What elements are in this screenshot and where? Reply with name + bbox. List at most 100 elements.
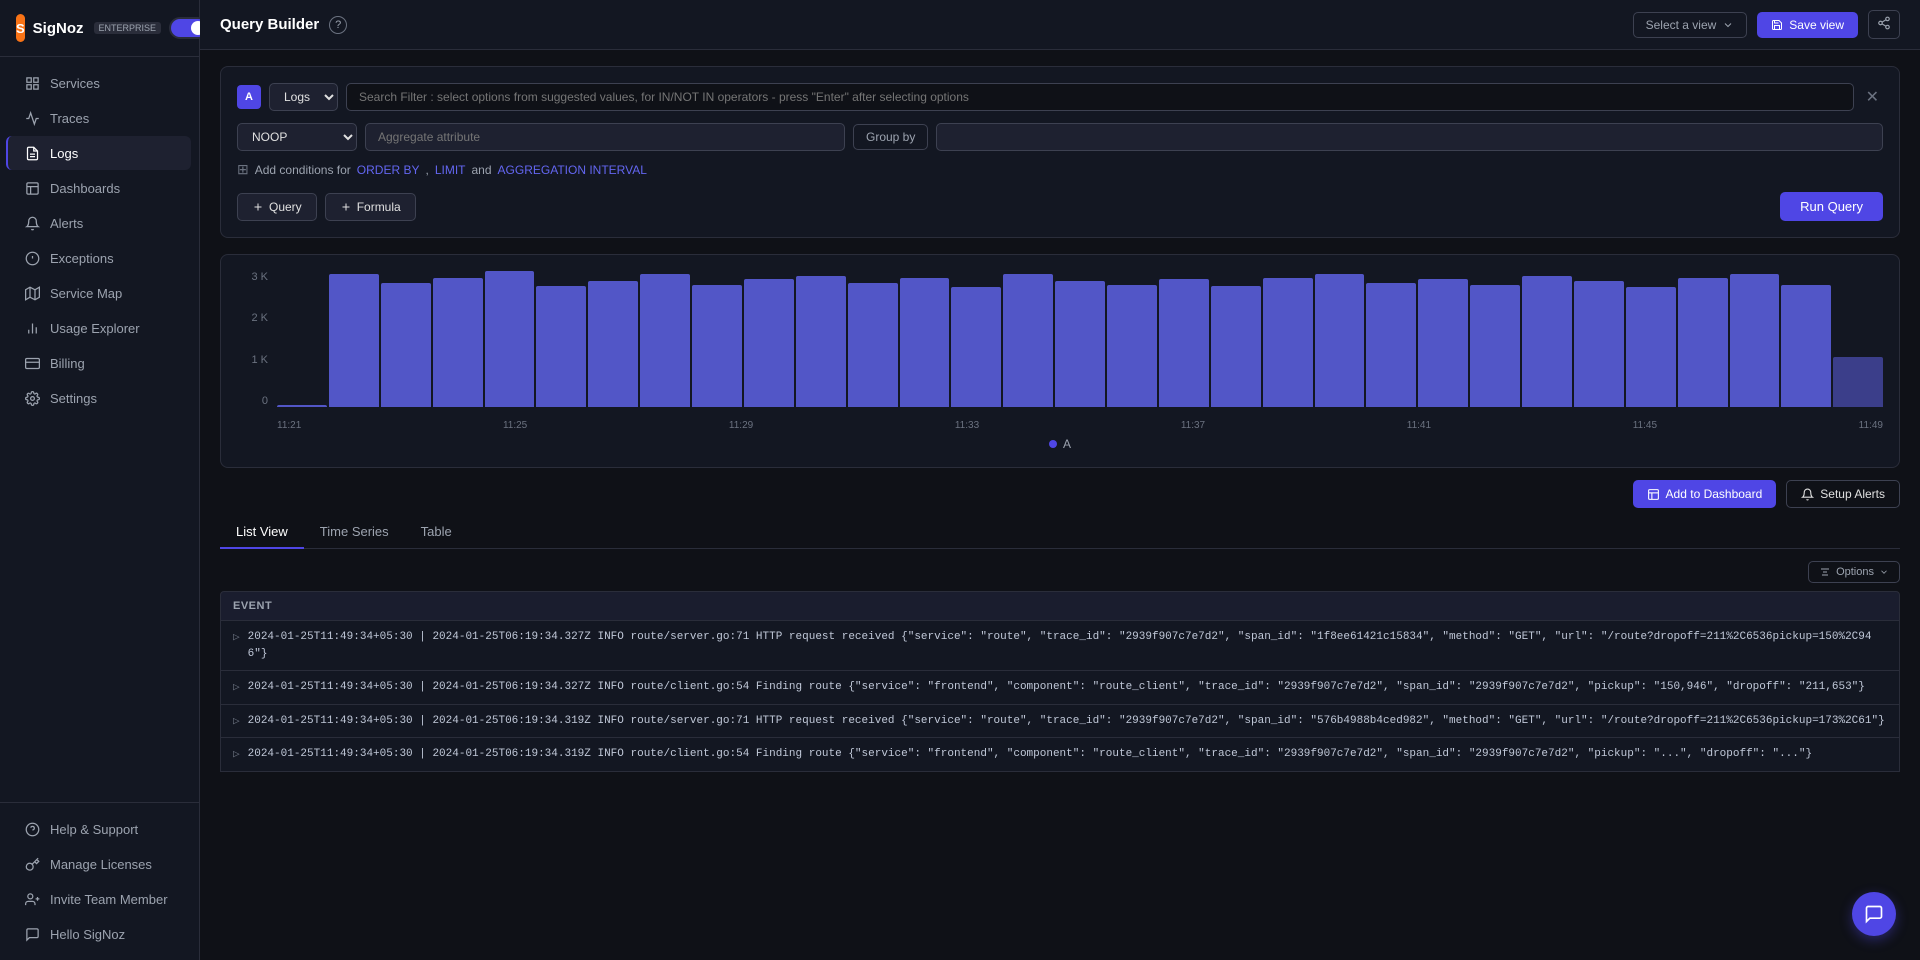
- expand-icon[interactable]: ⊞: [237, 161, 249, 178]
- help-circle-icon: [24, 821, 40, 837]
- alert-circle-icon: [24, 250, 40, 266]
- sidebar-item-services[interactable]: Services: [8, 66, 191, 100]
- tab-time-series[interactable]: Time Series: [304, 516, 405, 549]
- conditions-text: Add conditions for: [255, 163, 351, 177]
- sidebar-item-logs[interactable]: Logs: [6, 136, 191, 170]
- sidebar-item-help-support[interactable]: Help & Support: [8, 812, 191, 846]
- sidebar-item-billing[interactable]: Billing: [8, 346, 191, 380]
- sidebar-item-usage-explorer[interactable]: Usage Explorer: [8, 311, 191, 345]
- data-source-select[interactable]: Logs: [269, 83, 338, 111]
- chart-bar: [1574, 281, 1624, 407]
- map-icon: [24, 285, 40, 301]
- tab-table[interactable]: Table: [405, 516, 468, 549]
- sidebar-item-exceptions[interactable]: Exceptions: [8, 241, 191, 275]
- chart-bar: [1730, 274, 1780, 407]
- chart-legend: A: [237, 437, 1883, 451]
- event-text-2: 2024-01-25T11:49:34+05:30 | 2024-01-25T0…: [248, 679, 1887, 696]
- chart-bar: [433, 278, 483, 407]
- share-button[interactable]: [1868, 10, 1900, 39]
- chart-bar: [848, 283, 898, 407]
- x-label-1121: 11:21: [277, 420, 301, 431]
- setup-alerts-button[interactable]: Setup Alerts: [1786, 480, 1900, 508]
- x-label-1129: 11:29: [729, 420, 753, 431]
- aggregate-attribute-input[interactable]: [365, 123, 845, 151]
- sidebar: S SigNoz ENTERPRISE Services Traces: [0, 0, 200, 960]
- table-row[interactable]: ▷ 2024-01-25T11:49:34+05:30 | 2024-01-25…: [220, 671, 1900, 705]
- credit-card-icon: [24, 355, 40, 371]
- message-circle-icon: [24, 926, 40, 942]
- expand-icon-row4[interactable]: ▷: [233, 746, 240, 761]
- chart-bar: [485, 271, 535, 407]
- and-text: and: [472, 163, 492, 177]
- chart-bar: [536, 286, 586, 407]
- sidebar-label-billing: Billing: [50, 356, 85, 371]
- event-column-header: Event: [220, 591, 1900, 621]
- chart-bar: [640, 274, 690, 407]
- chart-bar: [1522, 276, 1572, 407]
- table-row[interactable]: ▷ 2024-01-25T11:49:34+05:30 | 2024-01-25…: [220, 621, 1900, 671]
- table-row[interactable]: ▷ 2024-01-25T11:49:34+05:30 | 2024-01-25…: [220, 738, 1900, 772]
- order-by-link[interactable]: ORDER BY: [357, 163, 420, 177]
- sidebar-label-licenses: Manage Licenses: [50, 857, 152, 872]
- sidebar-item-dashboards[interactable]: Dashboards: [8, 171, 191, 205]
- tab-list-view[interactable]: List View: [220, 516, 304, 549]
- sidebar-item-traces[interactable]: Traces: [8, 101, 191, 135]
- save-view-button[interactable]: Save view: [1757, 12, 1858, 38]
- group-by-input[interactable]: [936, 123, 1883, 151]
- user-plus-icon: [24, 891, 40, 907]
- add-query-button[interactable]: Query: [237, 193, 317, 221]
- chart-bar: [1055, 281, 1105, 407]
- agg-interval-link[interactable]: AGGREGATION INTERVAL: [498, 163, 647, 177]
- sidebar-item-settings[interactable]: Settings: [8, 381, 191, 415]
- main-content: Query Builder ? Select a view Save view …: [200, 0, 1920, 960]
- chart-bar: [796, 276, 846, 407]
- chart-bar: [1626, 287, 1676, 407]
- chart-bar: [588, 281, 638, 407]
- clear-filter-button[interactable]: ✕: [1862, 87, 1883, 107]
- sidebar-item-service-map[interactable]: Service Map: [8, 276, 191, 310]
- chart-bar: [1418, 279, 1468, 407]
- chart-bar: [1678, 278, 1728, 407]
- sidebar-label-invite: Invite Team Member: [50, 892, 168, 907]
- expand-icon-row2[interactable]: ▷: [233, 679, 240, 694]
- help-icon[interactable]: ?: [329, 16, 347, 34]
- table-row[interactable]: ▷ 2024-01-25T11:49:34+05:30 | 2024-01-25…: [220, 705, 1900, 739]
- x-label-1141: 11:41: [1407, 420, 1431, 431]
- chart-bar: [381, 283, 431, 407]
- expand-icon-row3[interactable]: ▷: [233, 713, 240, 728]
- sidebar-label-traces: Traces: [50, 111, 89, 126]
- options-button[interactable]: Options: [1808, 561, 1900, 583]
- select-view-button[interactable]: Select a view: [1633, 12, 1748, 38]
- add-formula-button[interactable]: Formula: [325, 193, 416, 221]
- header: Query Builder ? Select a view Save view: [200, 0, 1920, 50]
- filter-input[interactable]: [346, 83, 1854, 111]
- chart-bar: [1366, 283, 1416, 407]
- sidebar-bottom: Help & Support Manage Licenses Invite Te…: [0, 802, 199, 960]
- chart-bar: [1263, 278, 1313, 407]
- noop-select[interactable]: NOOP: [237, 123, 357, 151]
- sidebar-nav: Services Traces Logs Dashboards: [0, 57, 199, 802]
- run-query-button[interactable]: Run Query: [1780, 192, 1883, 221]
- sidebar-label-logs: Logs: [50, 146, 78, 161]
- legend-label-a: A: [1063, 437, 1071, 451]
- sidebar-item-manage-licenses[interactable]: Manage Licenses: [8, 847, 191, 881]
- limit-link[interactable]: LIMIT: [435, 163, 466, 177]
- legend-dot-a: [1049, 440, 1057, 448]
- add-to-dashboard-button[interactable]: Add to Dashboard: [1633, 480, 1777, 508]
- results-toolbar: Add to Dashboard Setup Alerts: [220, 480, 1900, 508]
- x-label-1149: 11:49: [1859, 420, 1883, 431]
- sidebar-label-hello: Hello SigNoz: [50, 927, 125, 942]
- sidebar-item-hello-signoz[interactable]: Hello SigNoz: [8, 917, 191, 951]
- chat-button[interactable]: [1852, 892, 1896, 936]
- header-left: Query Builder ?: [220, 16, 347, 34]
- x-label-1133: 11:33: [955, 420, 979, 431]
- sidebar-item-alerts[interactable]: Alerts: [8, 206, 191, 240]
- sidebar-item-invite-team[interactable]: Invite Team Member: [8, 882, 191, 916]
- chart-bar: [1159, 279, 1209, 407]
- options-row: Options: [220, 561, 1900, 583]
- group-by-button[interactable]: Group by: [853, 124, 928, 150]
- expand-icon-row1[interactable]: ▷: [233, 629, 240, 644]
- key-icon: [24, 856, 40, 872]
- event-text-3: 2024-01-25T11:49:34+05:30 | 2024-01-25T0…: [248, 713, 1887, 730]
- logo-icon: S: [16, 14, 25, 42]
